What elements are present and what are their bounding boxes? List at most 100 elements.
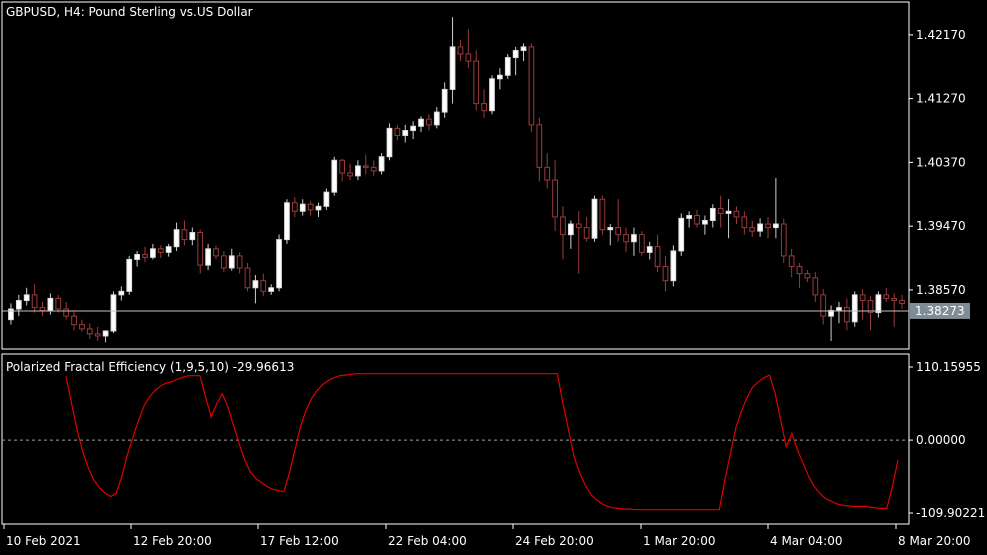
candle-body: [843, 307, 850, 323]
candle-body: [220, 255, 227, 269]
candle-body: [31, 294, 38, 309]
price-tick-label: 1.40370: [916, 155, 966, 169]
time-tick-label: 17 Feb 12:00: [260, 534, 339, 548]
candle-body: [268, 287, 275, 292]
candle-body: [883, 294, 890, 299]
candle-body: [607, 227, 614, 231]
candle-body: [433, 111, 440, 126]
candle-body: [836, 307, 842, 311]
candle-body: [331, 159, 338, 193]
time-tick-label: 24 Feb 20:00: [515, 534, 594, 548]
candle-body: [142, 253, 148, 258]
candle-body: [370, 166, 377, 172]
candle-body: [299, 203, 306, 212]
candle-body: [197, 232, 204, 266]
candle-body: [631, 234, 637, 243]
candle-body: [165, 246, 172, 253]
candle-body: [150, 248, 156, 258]
candle-body: [102, 330, 109, 337]
candle-body: [118, 290, 125, 296]
candle-body: [15, 300, 22, 310]
indicator-tick-label: -109.90221: [916, 506, 985, 520]
time-tick-label: 22 Feb 04:00: [388, 534, 467, 548]
candle-body: [291, 202, 298, 212]
candle-body: [323, 191, 330, 207]
candle-body: [851, 294, 858, 323]
candle-body: [757, 223, 763, 232]
time-tick-label: 1 Mar 20:00: [643, 534, 716, 548]
candle-body: [536, 124, 543, 168]
candle-body: [79, 324, 85, 330]
candle-body: [749, 227, 756, 232]
time-tick-label: 10 Feb 2021: [6, 534, 81, 548]
candle-body: [402, 130, 409, 136]
candle-body: [228, 255, 235, 269]
candle-body: [252, 280, 259, 289]
candle-body: [567, 223, 574, 236]
candle-body: [709, 207, 716, 221]
candle-body: [575, 223, 582, 229]
candle-body: [859, 294, 866, 302]
candle-body: [812, 277, 819, 296]
candle-body: [765, 223, 771, 229]
candle-body: [662, 266, 669, 282]
candle-body: [94, 333, 101, 337]
candle-body: [189, 232, 196, 241]
candle-body: [820, 294, 827, 317]
candle-body: [678, 217, 685, 252]
candle-body: [796, 266, 803, 275]
candle-body: [717, 207, 724, 214]
candle-body: [110, 294, 117, 332]
chart-title: GBPUSD, H4: Pound Sterling vs.US Dollar: [6, 5, 253, 19]
candle-body: [891, 297, 898, 302]
candle-body: [260, 280, 267, 292]
candle-body: [378, 156, 385, 172]
candle-body: [86, 328, 93, 335]
price-tick-label: 1.42170: [916, 28, 966, 42]
indicator-title: Polarized Fractal Efficiency (1,9,5,10) …: [6, 360, 294, 374]
candle-body: [126, 258, 133, 292]
candle-body: [504, 57, 511, 76]
candle-body: [638, 234, 645, 253]
candle-body: [654, 246, 661, 268]
candle-body: [623, 234, 629, 243]
candle-body: [702, 219, 708, 225]
candle-body: [465, 53, 472, 62]
current-price-label: 1.38273: [915, 304, 965, 318]
candle-body: [528, 46, 535, 126]
candle-body: [615, 227, 622, 236]
candle-body: [686, 215, 693, 219]
time-tick-label: 4 Mar 04:00: [770, 534, 843, 548]
candle-body: [276, 239, 282, 289]
price-tick-label: 1.38570: [916, 283, 966, 297]
candle-body: [560, 216, 566, 236]
candle-body: [55, 297, 62, 310]
indicator-tick-label: 110.15955: [916, 360, 981, 374]
candle-body: [213, 248, 219, 257]
candle-body: [875, 294, 882, 314]
candle-body: [899, 300, 905, 304]
price-tick-label: 1.39470: [916, 219, 966, 233]
candle-body: [63, 308, 70, 317]
time-tick-label: 12 Feb 20:00: [133, 534, 212, 548]
indicator-tick-label: 0.00000: [916, 433, 966, 447]
candle-body: [284, 202, 290, 241]
chart-canvas[interactable]: GBPUSD, H4: Pound Sterling vs.US Dollar …: [0, 0, 987, 555]
candle-body: [804, 273, 811, 279]
candle-body: [355, 165, 361, 177]
candle-body: [47, 297, 54, 311]
candle-body: [773, 223, 779, 229]
candle-body: [394, 127, 401, 136]
candle-body: [23, 294, 30, 302]
candle-body: [339, 159, 346, 174]
candle-body: [441, 88, 448, 113]
candle-body: [39, 307, 46, 311]
candle-body: [473, 60, 480, 105]
candle-body: [788, 255, 795, 268]
candle-body: [733, 210, 740, 218]
candle-body: [418, 118, 424, 127]
candle-body: [386, 127, 393, 158]
candle-body: [457, 46, 464, 55]
candle-body: [670, 250, 677, 282]
candle-body: [362, 165, 369, 168]
